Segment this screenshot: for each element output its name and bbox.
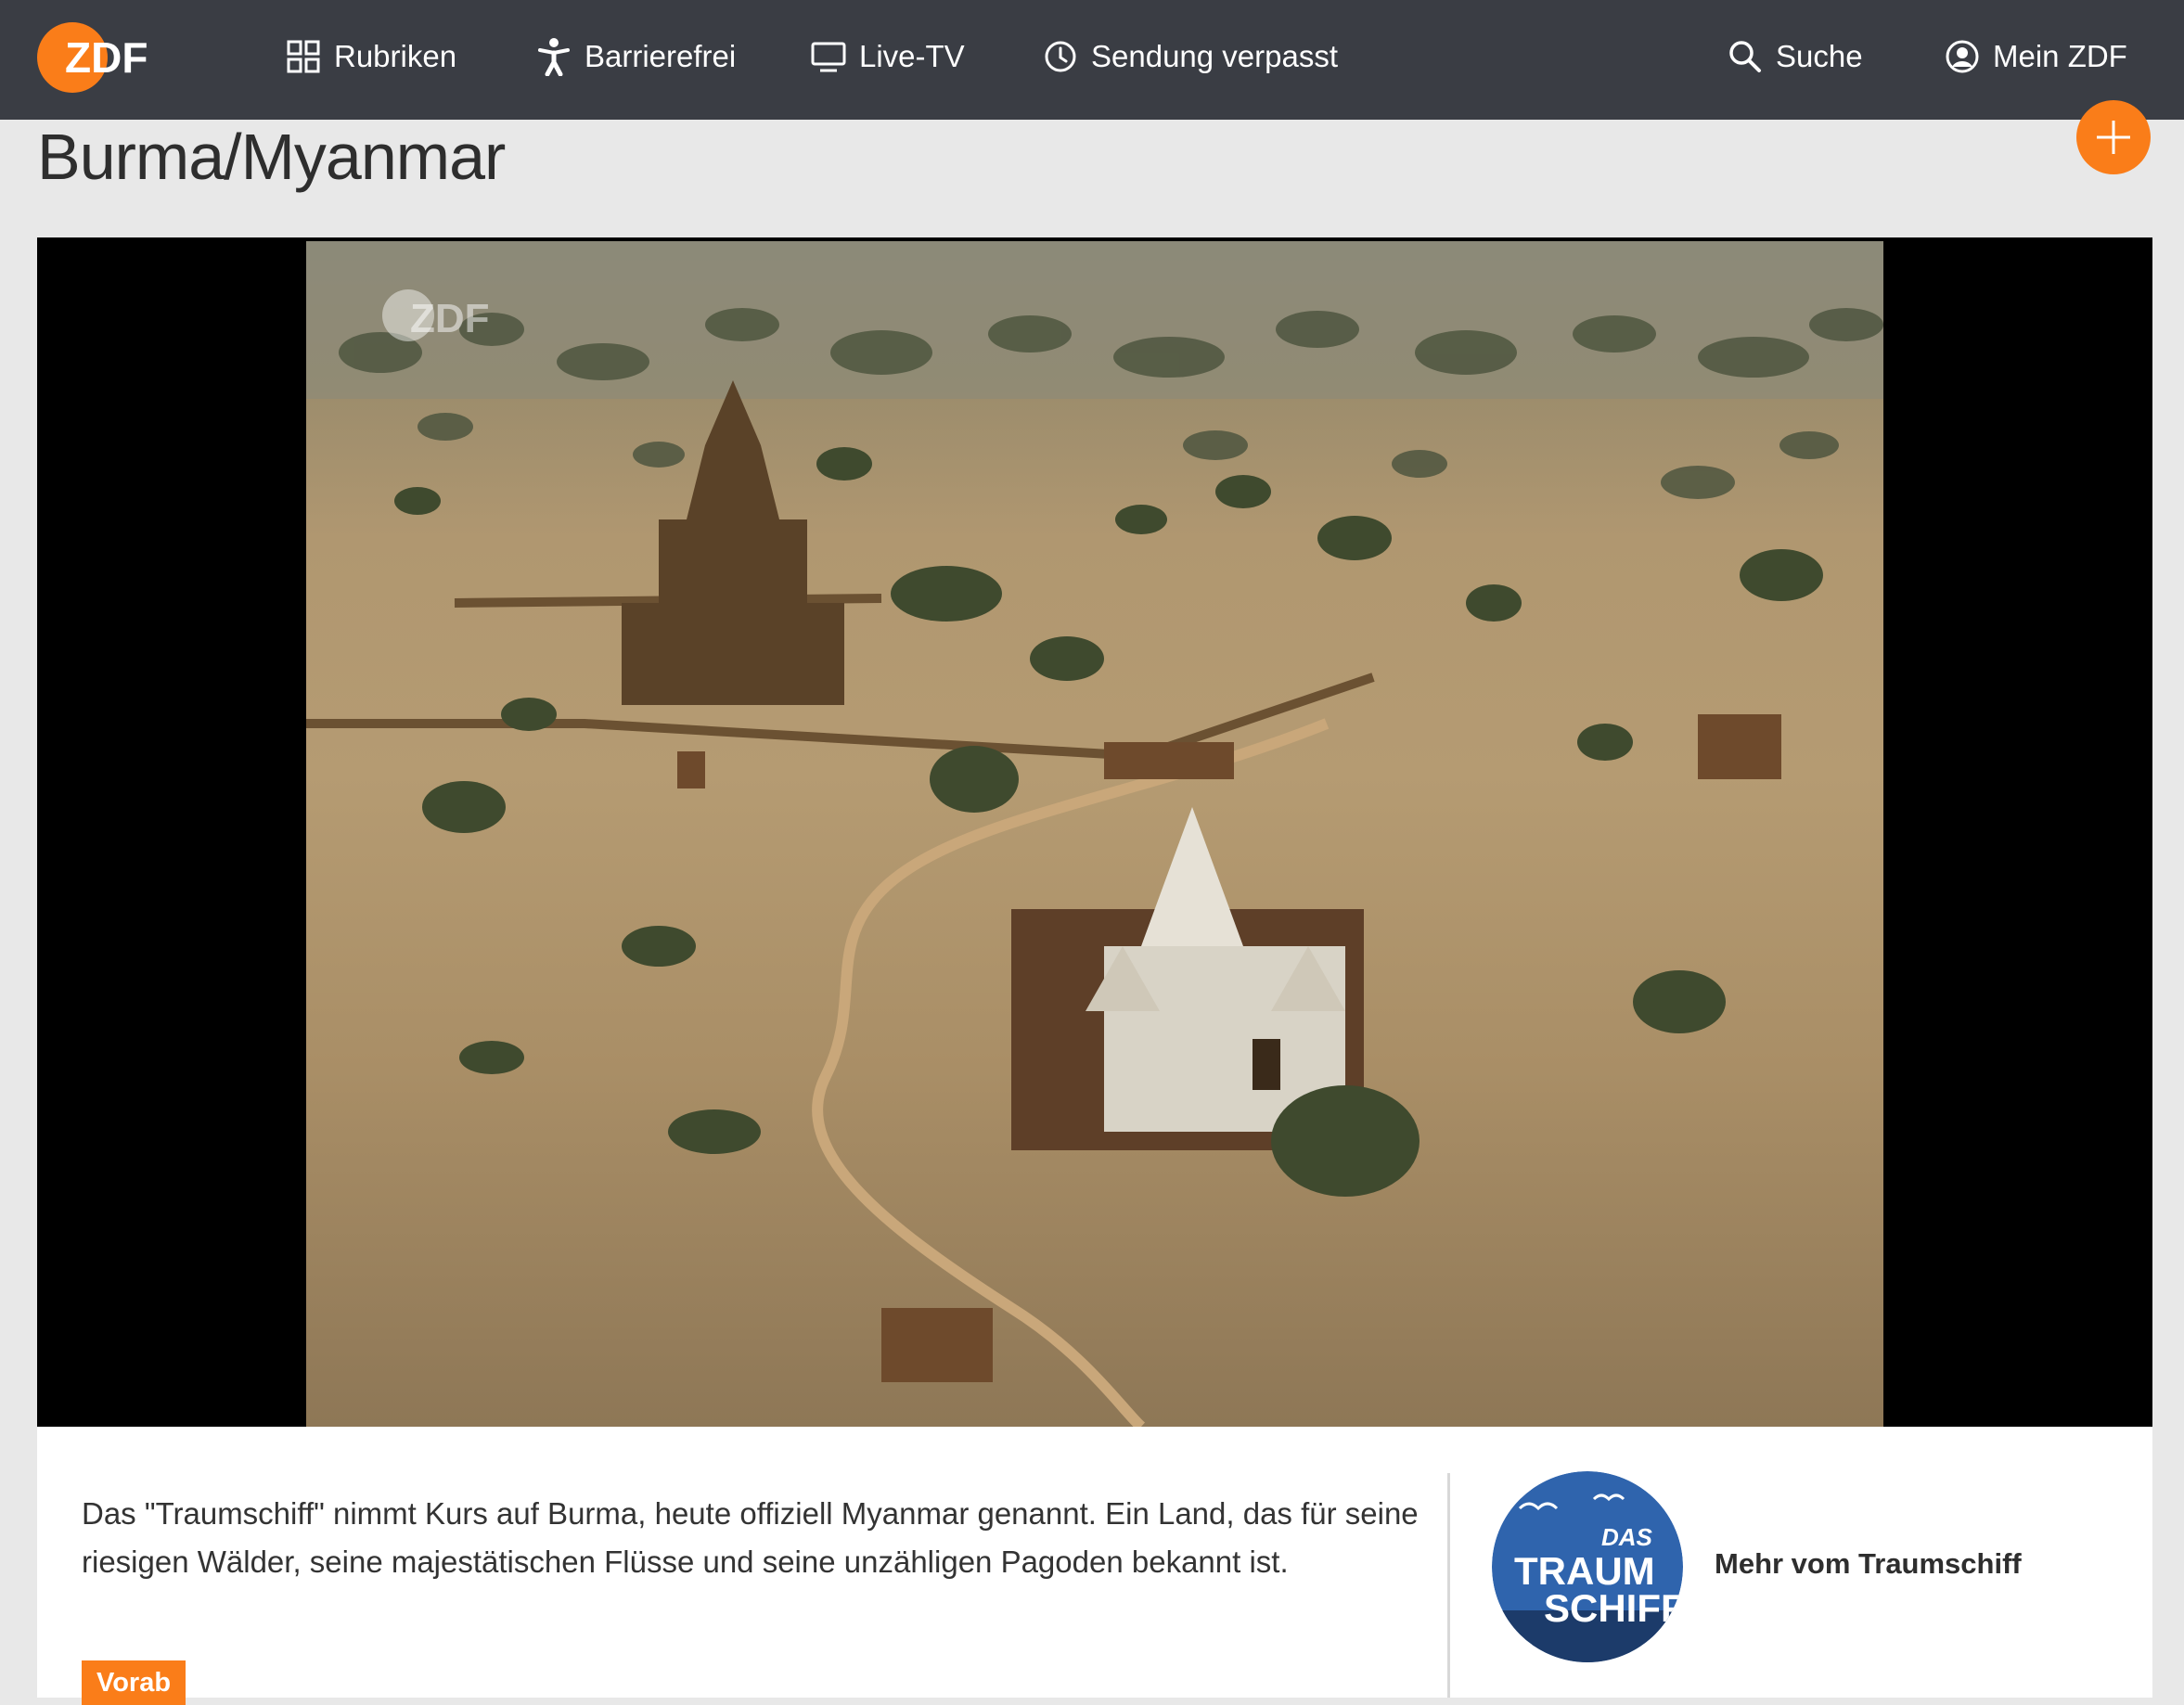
channel-watermark: ZDF [410, 296, 490, 341]
video-player[interactable]: ZDF [37, 237, 2152, 1427]
top-navigation: ZDF Rubriken Barrierefrei Live-TV Sendun… [0, 0, 2184, 120]
nav-barrierefrei[interactable]: Barrierefrei [536, 33, 736, 80]
clock-icon [1045, 41, 1076, 72]
search-label: Suche [1776, 39, 1863, 73]
zdf-logo[interactable]: ZDF [37, 20, 167, 95]
mein-zdf-label: Mein ZDF [1993, 39, 2127, 73]
nav-rubriken[interactable]: Rubriken [286, 33, 456, 80]
svg-text:DAS: DAS [1601, 1523, 1653, 1551]
divider [1447, 1473, 1450, 1698]
page-title: Burma/Myanmar [37, 121, 506, 193]
info-panel: Das "Traumschiff" nimmt Kurs auf Burma, … [37, 1427, 2152, 1705]
search-button[interactable]: Suche [1728, 33, 1863, 80]
nav-sendung-verpasst-label: Sendung verpasst [1091, 39, 1339, 73]
nav-rubriken-label: Rubriken [334, 39, 457, 73]
nav-sendung-verpasst[interactable]: Sendung verpasst [1043, 33, 1338, 80]
search-icon [1729, 41, 1761, 72]
accessibility-icon [538, 38, 570, 76]
traumschiff-logo[interactable]: DAS TRAUM SCHIFF [1492, 1471, 1683, 1662]
status-badge: Vorab [82, 1660, 186, 1705]
mein-zdf-button[interactable]: Mein ZDF [1945, 33, 2127, 80]
plus-icon [2097, 121, 2130, 154]
grid-icon [287, 40, 320, 73]
svg-text:SCHIFF: SCHIFF [1544, 1586, 1683, 1630]
nav-live-tv-label: Live-TV [859, 39, 965, 73]
tv-icon [811, 42, 846, 72]
nav-barrierefrei-label: Barrierefrei [585, 39, 737, 73]
add-to-list-button[interactable] [2076, 100, 2151, 174]
landscape-scene: ZDF [306, 241, 1883, 1427]
episode-description: Das "Traumschiff" nimmt Kurs auf Burma, … [82, 1496, 1419, 1579]
nav-live-tv[interactable]: Live-TV [811, 33, 965, 80]
more-from-show-link[interactable]: Mehr vom Traumschiff [1715, 1547, 2022, 1581]
user-icon [1946, 40, 1979, 73]
logo-text: ZDF [65, 33, 148, 82]
video-frame: ZDF [306, 241, 1883, 1427]
